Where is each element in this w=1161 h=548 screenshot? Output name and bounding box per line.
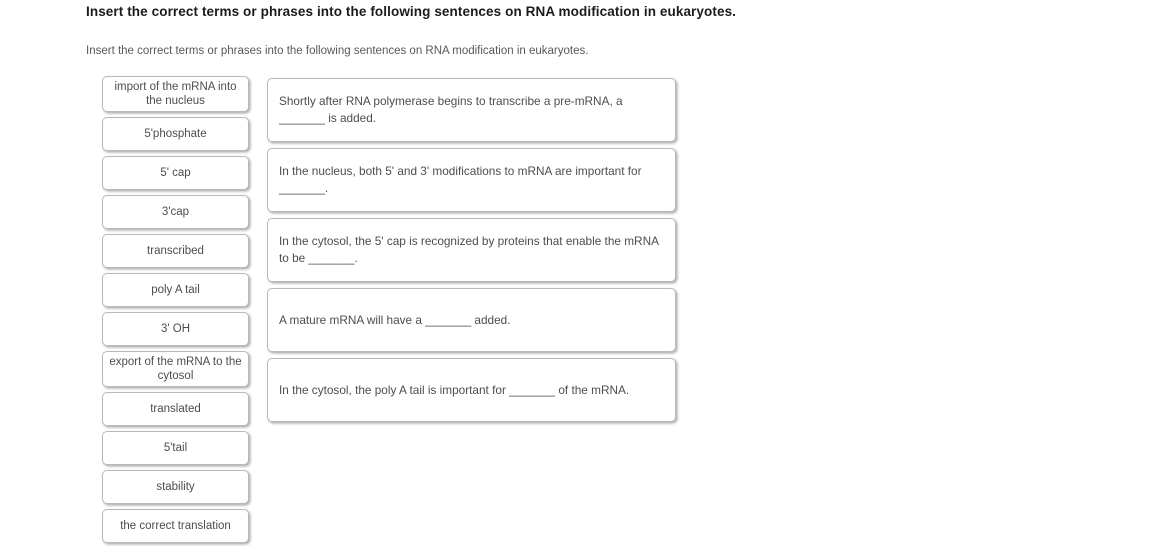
sentences-list: Shortly after RNA polymerase begins to t…: [267, 78, 676, 428]
sentence-text: In the cytosol, the 5' cap is recognized…: [279, 234, 659, 265]
term-tile[interactable]: 3'cap: [102, 195, 249, 229]
instructions-text: Insert the correct terms or phrases into…: [86, 45, 589, 57]
sentence-text: In the nucleus, both 5' and 3' modificat…: [279, 164, 642, 195]
term-tile-label: transcribed: [147, 245, 204, 257]
term-tile-label: 5'tail: [163, 442, 188, 454]
sentence-drop-target[interactable]: Shortly after RNA polymerase begins to t…: [267, 78, 676, 142]
term-tile-label: the correct translation: [120, 520, 231, 532]
term-tile[interactable]: export of the mRNA to the cytosol: [102, 351, 249, 387]
term-tile-label: 5'phosphate: [144, 128, 207, 140]
term-tile[interactable]: translated: [102, 392, 249, 426]
term-tile-label: poly A tail: [151, 284, 200, 296]
sentence-text: Shortly after RNA polymerase begins to t…: [279, 94, 623, 125]
term-tile[interactable]: stability: [102, 470, 249, 504]
term-tile-label: stability: [156, 481, 195, 493]
term-tile[interactable]: transcribed: [102, 234, 249, 268]
term-tile[interactable]: poly A tail: [102, 273, 249, 307]
term-tile[interactable]: the correct translation: [102, 509, 249, 543]
term-tile[interactable]: 3' OH: [102, 312, 249, 346]
sentence-text: In the cytosol, the poly A tail is impor…: [279, 382, 630, 397]
terms-bank: import of the mRNA into the nucleus 5'ph…: [102, 76, 249, 548]
term-tile[interactable]: 5'tail: [102, 431, 249, 465]
term-tile[interactable]: 5' cap: [102, 156, 249, 190]
term-tile[interactable]: 5'phosphate: [102, 117, 249, 151]
term-tile-label: import of the mRNA into the nucleus: [114, 81, 237, 107]
term-tile-label: 3' OH: [160, 323, 191, 335]
term-tile-label: export of the mRNA to the cytosol: [109, 356, 242, 382]
sentence-drop-target[interactable]: In the cytosol, the poly A tail is impor…: [267, 358, 676, 422]
page-title: Insert the correct terms or phrases into…: [86, 4, 737, 19]
term-tile-label: 5' cap: [160, 167, 191, 179]
sentence-drop-target[interactable]: A mature mRNA will have a _______ added.: [267, 288, 676, 352]
term-tile-label: translated: [150, 403, 201, 415]
term-tile-label: 3'cap: [161, 206, 190, 218]
term-tile[interactable]: import of the mRNA into the nucleus: [102, 76, 249, 112]
sentence-drop-target[interactable]: In the cytosol, the 5' cap is recognized…: [267, 218, 676, 282]
sentence-drop-target[interactable]: In the nucleus, both 5' and 3' modificat…: [267, 148, 676, 212]
sentence-text: A mature mRNA will have a _______ added.: [279, 312, 511, 327]
